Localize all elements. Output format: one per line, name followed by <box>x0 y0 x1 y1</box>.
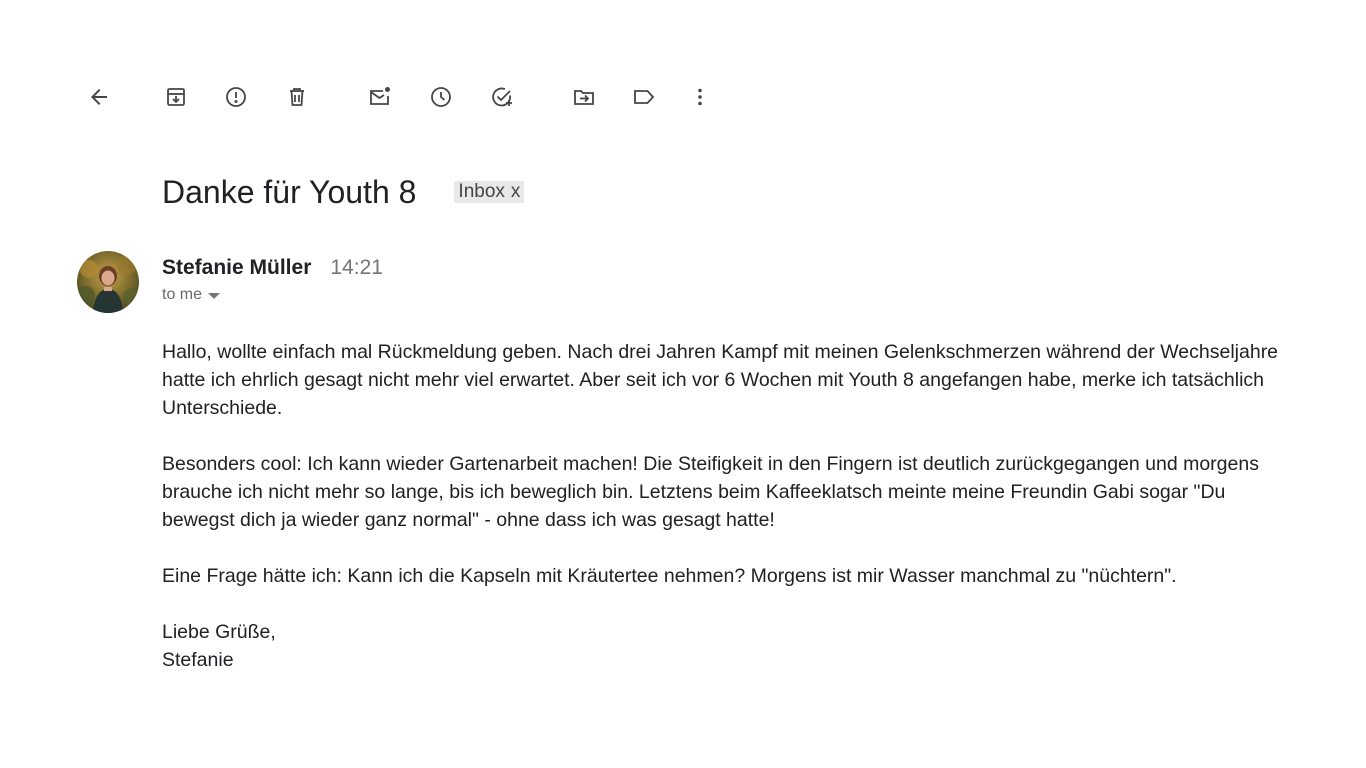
recipient-details-toggle[interactable]: to me <box>162 286 221 304</box>
add-task-icon <box>490 85 514 109</box>
sender-row: Stefanie Müller 14:21 <box>162 256 383 280</box>
email-subject: Danke für Youth 8 <box>162 174 417 210</box>
inbox-label-chip[interactable]: Inbox x <box>454 181 525 203</box>
add-to-tasks-button[interactable] <box>488 83 516 111</box>
archive-button[interactable] <box>162 83 190 111</box>
subject-row: Danke für Youth 8 Inbox x <box>162 172 525 212</box>
more-vert-icon <box>688 85 712 109</box>
move-to-button[interactable] <box>570 83 598 111</box>
closing-line: Liebe Grüße, <box>162 621 276 643</box>
sender-avatar[interactable] <box>77 251 139 313</box>
sender-name[interactable]: Stefanie Müller <box>162 256 311 280</box>
body-paragraph: Eine Frage hätte ich: Kann ich die Kapse… <box>162 565 1177 587</box>
mark-unread-button[interactable] <box>366 83 394 111</box>
trash-icon <box>285 85 309 109</box>
snooze-button[interactable] <box>427 83 455 111</box>
arrow-back-icon <box>87 85 111 109</box>
chevron-down-icon <box>208 293 221 299</box>
mark-unread-icon <box>368 85 392 109</box>
body-paragraph: Besonders cool: Ich kann wieder Gartenar… <box>162 453 1259 531</box>
email-view: Danke für Youth 8 Inbox x Stefanie Mülle… <box>0 0 1366 768</box>
labels-button[interactable] <box>630 83 658 111</box>
label-name: Inbox <box>458 181 505 202</box>
signature: Stefanie <box>162 649 234 671</box>
archive-icon <box>164 85 188 109</box>
label-icon <box>632 85 656 109</box>
more-button[interactable] <box>686 83 714 111</box>
back-button[interactable] <box>85 83 113 111</box>
delete-button[interactable] <box>283 83 311 111</box>
email-body: Hallo, wollte einfach mal Rückmeldung ge… <box>162 338 1282 674</box>
recipient-label: to me <box>162 286 203 303</box>
remove-label-button[interactable]: x <box>511 181 521 203</box>
report-spam-icon <box>224 85 248 109</box>
email-time: 14:21 <box>330 256 383 279</box>
clock-icon <box>429 85 453 109</box>
report-spam-button[interactable] <box>222 83 250 111</box>
body-paragraph: Hallo, wollte einfach mal Rückmeldung ge… <box>162 341 1279 419</box>
move-to-folder-icon <box>572 85 596 109</box>
